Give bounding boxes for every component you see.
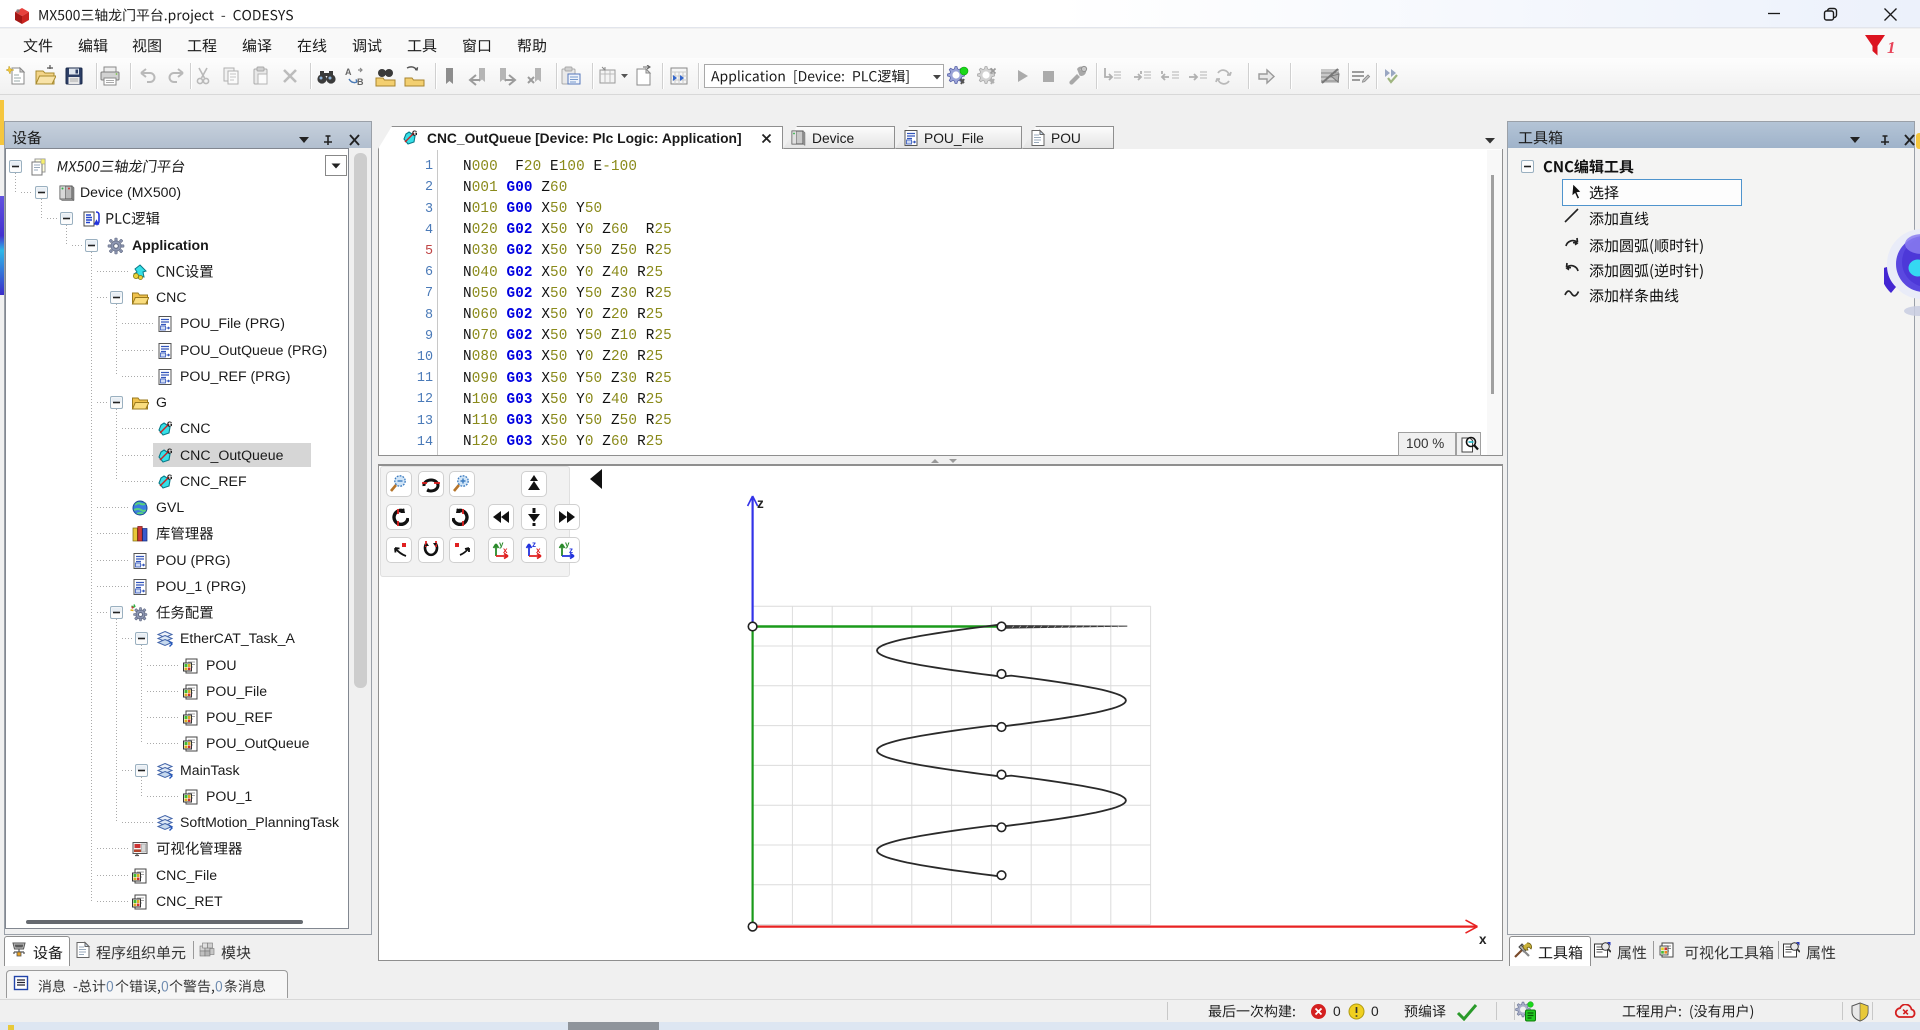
svg-text:z: z <box>569 546 573 555</box>
svg-text:z: z <box>757 496 764 511</box>
svg-text:x: x <box>536 546 541 555</box>
svg-text:x: x <box>1479 932 1487 947</box>
svg-text:x: x <box>503 546 508 555</box>
